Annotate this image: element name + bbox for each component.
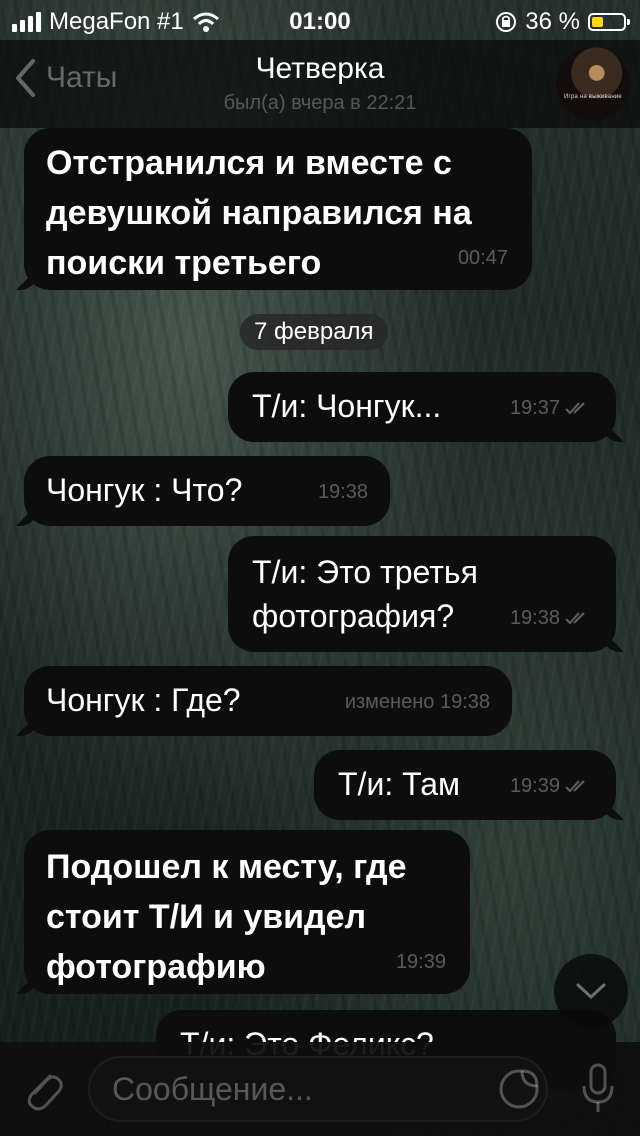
message-edited-time: изменено 19:38 xyxy=(344,691,490,713)
message-incoming[interactable]: Отстранился и вместе с девушкой направил… xyxy=(24,128,532,290)
message-time: 19:38 xyxy=(317,481,368,503)
message-meta: изменено 19:38 xyxy=(345,682,490,722)
message-outgoing[interactable]: Т/и: Чонгук... 19:37 xyxy=(228,372,616,442)
message-time: 19:39 xyxy=(395,951,446,973)
message-meta: 00:47 xyxy=(458,238,508,278)
message-meta: 19:37 xyxy=(510,388,594,428)
composer-bar: Сообщение... xyxy=(0,1042,640,1136)
sticker-icon[interactable] xyxy=(498,1068,540,1110)
battery-fill xyxy=(592,17,603,27)
battery-percent: 36 % xyxy=(525,8,580,35)
message-time: 19:39 xyxy=(509,775,560,797)
message-text: Подошел к месту, где стоит Т/И и увидел … xyxy=(46,848,407,986)
message-time: 00:47 xyxy=(457,247,508,269)
status-bar: MegaFon #1 01:00 36 % xyxy=(0,0,640,40)
orientation-lock-icon xyxy=(496,12,517,32)
message-input[interactable]: Сообщение... xyxy=(88,1056,548,1122)
message-time: 19:37 xyxy=(509,397,560,419)
message-time: 19:38 xyxy=(509,607,560,629)
date-separator: 7 февраля xyxy=(240,314,388,350)
read-check-icon xyxy=(565,780,585,793)
read-check-icon xyxy=(565,612,585,625)
message-meta: 19:39 xyxy=(396,942,446,982)
message-outgoing[interactable]: Т/и: Там 19:39 xyxy=(314,750,616,820)
scroll-down-button[interactable] xyxy=(554,954,628,1028)
message-meta: 19:39 xyxy=(510,766,594,806)
message-text: Отстранился и вместе с девушкой направил… xyxy=(46,144,472,282)
last-seen-status: был(а) вчера в 22:21 xyxy=(223,92,417,114)
attach-icon[interactable] xyxy=(20,1064,64,1114)
message-incoming[interactable]: Подошел к месту, где стоит Т/И и увидел … xyxy=(24,830,470,994)
chat-header: Чаты Четверка был(а) вчера в 22:21 Игра … xyxy=(0,40,640,128)
message-incoming[interactable]: Чонгук : Что? 19:38 xyxy=(24,456,390,526)
message-meta: 19:38 xyxy=(510,598,594,638)
mic-icon[interactable] xyxy=(580,1062,616,1116)
message-incoming[interactable]: Чонгук : Где? изменено 19:38 xyxy=(24,666,512,736)
avatar-caption: Игра на выживание xyxy=(564,94,622,100)
message-outgoing[interactable]: Т/и: Это третья фотография? 19:38 xyxy=(228,536,616,652)
avatar[interactable]: Игра на выживание xyxy=(556,47,630,121)
battery-icon xyxy=(588,13,630,31)
message-meta: 19:38 xyxy=(318,472,368,512)
chat-title[interactable]: Четверка xyxy=(0,52,640,86)
read-check-icon xyxy=(565,402,585,415)
chevron-down-icon xyxy=(576,983,606,1000)
